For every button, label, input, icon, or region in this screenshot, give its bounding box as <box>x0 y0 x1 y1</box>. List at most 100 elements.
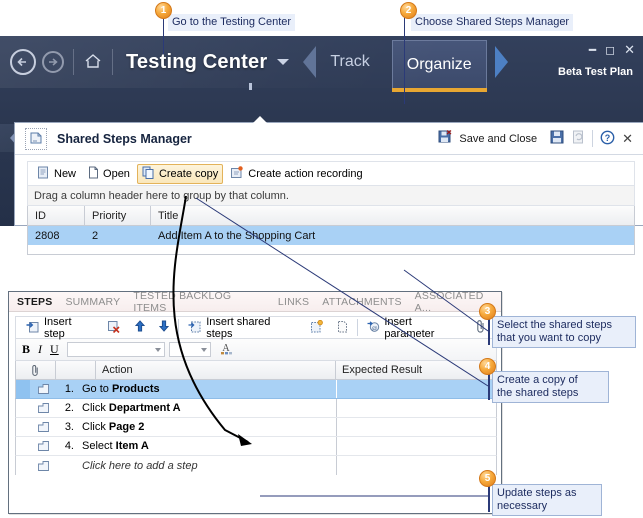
column-header-expected-result[interactable]: Expected Result <box>336 361 496 379</box>
ribbon-active-tick <box>249 83 252 90</box>
row-step-icon <box>30 422 56 432</box>
table-row[interactable]: 3. Click Page 2 <box>15 418 497 437</box>
cell-expected-result <box>336 437 496 455</box>
cell-step-number: 1. <box>64 383 74 395</box>
insert-parameter-icon: @ <box>367 320 380 336</box>
action-target: Item A <box>115 440 149 452</box>
row-selector[interactable] <box>16 437 30 455</box>
table-row[interactable]: 1. Go to Products <box>15 380 497 399</box>
create-copy-button[interactable]: Create copy <box>136 163 224 184</box>
ribbon-scroll-left-icon[interactable] <box>303 46 317 78</box>
callout-text-5: Update steps as necessary <box>492 484 602 516</box>
callout-number-3: 3 <box>479 303 496 320</box>
paperclip-icon <box>476 319 486 336</box>
insert-shared-steps-label: Insert shared steps <box>206 315 271 340</box>
dialog-actions: Save and Close ? ✕ <box>438 130 637 148</box>
add-step-hint: Click here to add a step <box>82 459 198 472</box>
cell-step-number: 3. <box>64 421 74 433</box>
titlebar-divider-2 <box>112 49 113 75</box>
row-selector[interactable] <box>16 380 30 398</box>
format-toolbar: B I U A <box>15 339 497 361</box>
save-and-close-label[interactable]: Save and Close <box>459 133 537 145</box>
shared-steps-icon <box>25 127 47 150</box>
window-controls: ━ ◻ ✕ <box>589 42 635 58</box>
cell-step-number: 4. <box>64 440 74 452</box>
delete-step-icon <box>107 320 121 336</box>
minimize-icon[interactable]: ━ <box>589 43 596 57</box>
action-target: Department A <box>108 402 181 414</box>
close-icon[interactable]: ✕ <box>624 42 635 58</box>
back-arrow-icon[interactable] <box>10 49 36 75</box>
help-icon[interactable]: ? <box>600 130 615 148</box>
create-shared-steps-button[interactable] <box>332 318 353 338</box>
home-icon[interactable] <box>83 52 103 72</box>
steps-grid-header: Action Expected Result <box>15 361 497 380</box>
bold-button[interactable]: B <box>22 342 30 357</box>
move-down-button[interactable] <box>154 318 174 337</box>
table-row[interactable]: 2. Click Department A <box>15 399 497 418</box>
create-shared-steps-icon <box>337 320 348 336</box>
insert-step-button[interactable]: Insert step <box>21 314 98 342</box>
cell-action: Click Page 2 <box>80 421 336 433</box>
ribbon-scroll-right-icon[interactable] <box>494 46 508 78</box>
callout-leader-1-vert <box>163 16 164 54</box>
table-row[interactable]: 2808 2 Add Item A to the Shopping Cart <box>27 226 635 245</box>
forward-arrow-icon[interactable] <box>42 51 64 73</box>
shared-steps-grid-header: ID Priority Title <box>27 206 635 226</box>
cell-expected-result <box>336 380 496 398</box>
tab-track[interactable]: Track <box>316 36 383 88</box>
cell-expected-result <box>336 399 496 417</box>
chevron-down-icon[interactable] <box>277 59 290 65</box>
font-family-select[interactable] <box>66 342 165 357</box>
callout-text-2: Choose Shared Steps Manager <box>411 14 574 31</box>
save-icon[interactable] <box>550 130 564 147</box>
tab-organize[interactable]: Organize <box>391 40 487 92</box>
close-icon[interactable]: ✕ <box>622 131 633 147</box>
plan-name: Beta Test Plan <box>558 66 633 78</box>
callout-number-2: 2 <box>400 2 417 19</box>
add-step-row[interactable]: Click here to add a step <box>15 456 497 475</box>
new-icon <box>37 166 50 182</box>
insert-shared-steps-button[interactable]: Insert shared steps <box>183 314 301 342</box>
insert-parameter-button[interactable]: @ Insert parameter <box>362 314 467 342</box>
refresh-icon <box>571 130 585 147</box>
move-up-button[interactable] <box>130 318 150 337</box>
chevron-down-icon <box>154 347 161 352</box>
column-header-action[interactable]: Action <box>96 361 336 379</box>
italic-button[interactable]: I <box>38 342 42 357</box>
column-header-number <box>56 361 96 379</box>
row-selector[interactable] <box>16 399 30 417</box>
insert-step-label: Insert step <box>44 315 72 340</box>
column-header-priority[interactable]: Priority <box>85 206 151 225</box>
open-shared-steps-button[interactable] <box>305 318 328 338</box>
new-button[interactable]: New <box>32 164 81 184</box>
underline-button[interactable]: U <box>50 342 59 357</box>
maximize-icon[interactable]: ◻ <box>605 43 615 57</box>
group-by-hint[interactable]: Drag a column header here to group by th… <box>27 185 635 206</box>
tab-attachments[interactable]: ATTACHMENTS <box>322 296 401 308</box>
delete-step-button[interactable] <box>102 318 126 338</box>
tab-summary[interactable]: SUMMARY <box>65 296 120 308</box>
open-button[interactable]: Open <box>83 164 135 184</box>
cell-expected-result <box>336 418 496 436</box>
new-label: New <box>54 167 77 180</box>
steps-toolbar: Insert step Insert shared steps @ Insert… <box>15 314 497 342</box>
row-selector[interactable] <box>16 418 30 436</box>
table-row[interactable]: 4. Select Item A <box>15 437 497 456</box>
window-titlebar: Testing Center Track Organize <box>0 36 643 92</box>
tab-tested-backlog-items[interactable]: TESTED BACKLOG ITEMS <box>133 290 265 314</box>
column-header-id[interactable]: ID <box>28 206 85 225</box>
tab-links[interactable]: LINKS <box>278 296 309 308</box>
cell-id: 2808 <box>35 229 60 242</box>
row-step-icon <box>30 441 56 451</box>
callout-text-4: Create a copy of the shared steps <box>492 371 609 403</box>
font-color-icon[interactable]: A <box>219 341 234 358</box>
callout-text-1: Go to the Testing Center <box>168 14 296 31</box>
create-action-recording-button[interactable]: Create action recording <box>225 164 367 184</box>
font-size-select[interactable] <box>168 342 211 357</box>
row-step-icon <box>30 460 56 471</box>
tab-steps[interactable]: STEPS <box>17 296 52 308</box>
column-header-title[interactable]: Title <box>151 206 634 225</box>
cell-expected-result <box>336 456 496 475</box>
svg-text:@: @ <box>372 325 378 332</box>
